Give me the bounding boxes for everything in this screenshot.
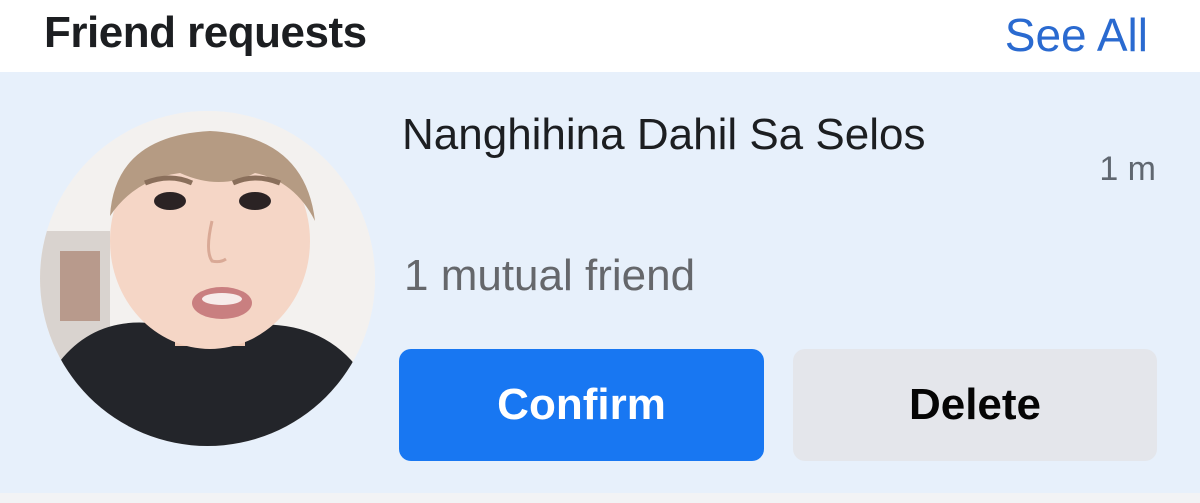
avatar[interactable] — [40, 111, 375, 446]
friend-request-card: Nanghihina Dahil Sa Selos 1 m 1 mutual f… — [0, 72, 1200, 493]
section-title: Friend requests — [44, 8, 367, 57]
divider — [0, 493, 1200, 503]
mutual-friends-count[interactable]: 1 mutual friend — [404, 251, 695, 301]
profile-photo — [40, 111, 375, 446]
friend-requests-header: Friend requests See All — [0, 0, 1200, 72]
requester-name[interactable]: Nanghihina Dahil Sa Selos — [402, 100, 962, 170]
confirm-button[interactable]: Confirm — [399, 349, 764, 461]
see-all-link[interactable]: See All — [1005, 8, 1148, 62]
request-time: 1 m — [1099, 150, 1156, 188]
delete-button[interactable]: Delete — [793, 349, 1157, 461]
